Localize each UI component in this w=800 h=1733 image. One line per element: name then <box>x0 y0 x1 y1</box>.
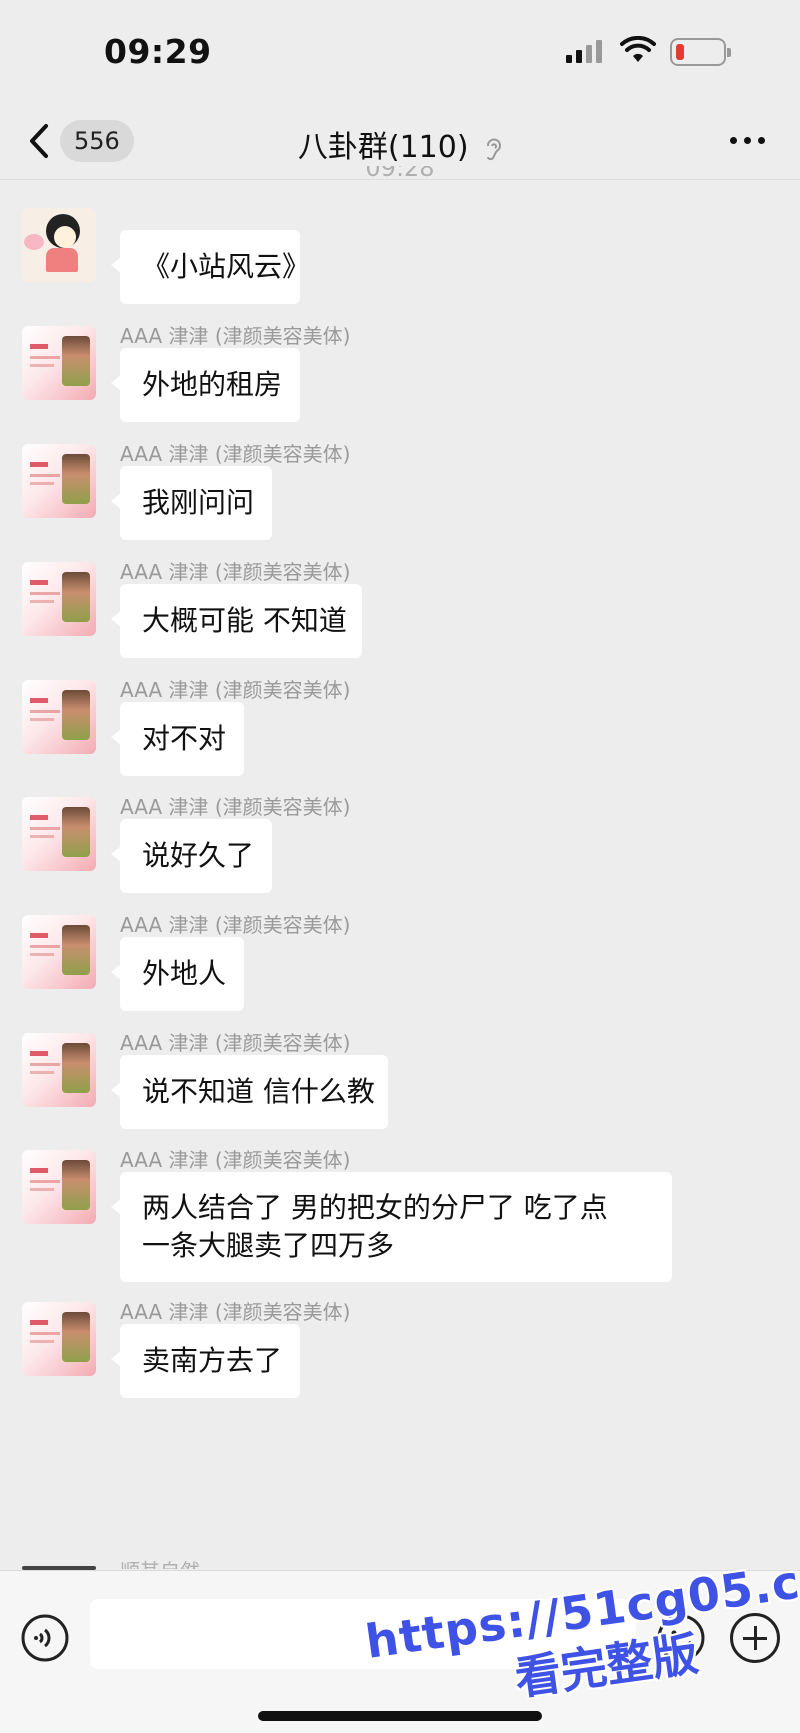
sender-name: 顺其自然 <box>120 1555 200 1569</box>
status-time: 09:29 <box>104 32 212 71</box>
avatar[interactable] <box>22 797 96 871</box>
chat-title: 八卦群(110) <box>0 122 800 166</box>
avatar[interactable] <box>22 1150 96 1224</box>
message-bubble[interactable]: 两人结合了 男的把女的分尸了 吃了点 一条大腿卖了四万多 <box>111 1172 672 1282</box>
cellular-signal-icon <box>566 40 602 63</box>
message-timestamp: 09:28 <box>365 166 435 182</box>
more-icon[interactable] <box>730 136 766 146</box>
message-bubble[interactable]: 说好久了 <box>111 819 272 893</box>
message-bubble[interactable]: 对不对 <box>111 702 244 776</box>
message-text: 大概可能 不知道 <box>142 604 347 637</box>
sender-name: AAA 津津 (津颜美容美体) <box>120 1148 351 1172</box>
sender-name: AAA 津津 (津颜美容美体) <box>120 1031 351 1055</box>
sender-name: AAA 津津 (津颜美容美体) <box>120 560 351 584</box>
message-bubble[interactable]: 外地人 <box>111 937 244 1011</box>
voice-input-icon[interactable] <box>20 1613 70 1663</box>
sender-name: AAA 津津 (津颜美容美体) <box>120 795 351 819</box>
avatar[interactable] <box>22 680 96 754</box>
message-text: 对不对 <box>142 722 227 755</box>
message-bubble[interactable]: 大概可能 不知道 <box>111 584 362 658</box>
message-bubble[interactable]: 卖南方去了 <box>111 1324 300 1398</box>
message-text: 外地的租房 <box>142 368 283 401</box>
avatar[interactable] <box>22 562 96 636</box>
message-text: 两人结合了 男的把女的分尸了 吃了点 <box>142 1191 608 1224</box>
message-text: 说好久了 <box>142 839 255 872</box>
message-text: 卖南方去了 <box>142 1344 283 1377</box>
message-bubble[interactable]: 说不知道 信什么教 <box>111 1055 388 1129</box>
message-text: 我刚问问 <box>142 486 255 519</box>
sender-name: AAA 津津 (津颜美容美体) <box>120 324 351 348</box>
chat-title-text: 八卦群(110) <box>297 130 469 165</box>
message-text: 《小站风云》 <box>142 250 311 283</box>
avatar[interactable] <box>22 1033 96 1107</box>
message-text: 说不知道 信什么教 <box>142 1075 375 1108</box>
message-text: 外地人 <box>142 957 227 990</box>
ear-mute-icon <box>487 138 502 160</box>
avatar[interactable] <box>22 208 96 282</box>
message-bubble[interactable]: 《小站风云》 <box>111 230 310 304</box>
avatar[interactable] <box>22 326 96 400</box>
message-text: 一条大腿卖了四万多 <box>142 1229 395 1262</box>
message-bubble[interactable]: 我刚问问 <box>111 466 272 540</box>
sender-name: AAA 津津 (津颜美容美体) <box>120 1300 351 1324</box>
wifi-icon <box>620 36 656 62</box>
sender-name: AAA 津津 (津颜美容美体) <box>120 678 351 702</box>
status-bar: 09:29 <box>0 0 800 100</box>
avatar[interactable] <box>22 444 96 518</box>
avatar[interactable] <box>22 915 96 989</box>
sender-name: AAA 津津 (津颜美容美体) <box>120 442 351 466</box>
message-bubble[interactable]: 外地的租房 <box>111 348 300 422</box>
avatar[interactable] <box>22 1302 96 1376</box>
sender-name: AAA 津津 (津颜美容美体) <box>120 913 351 937</box>
battery-icon <box>670 38 731 66</box>
